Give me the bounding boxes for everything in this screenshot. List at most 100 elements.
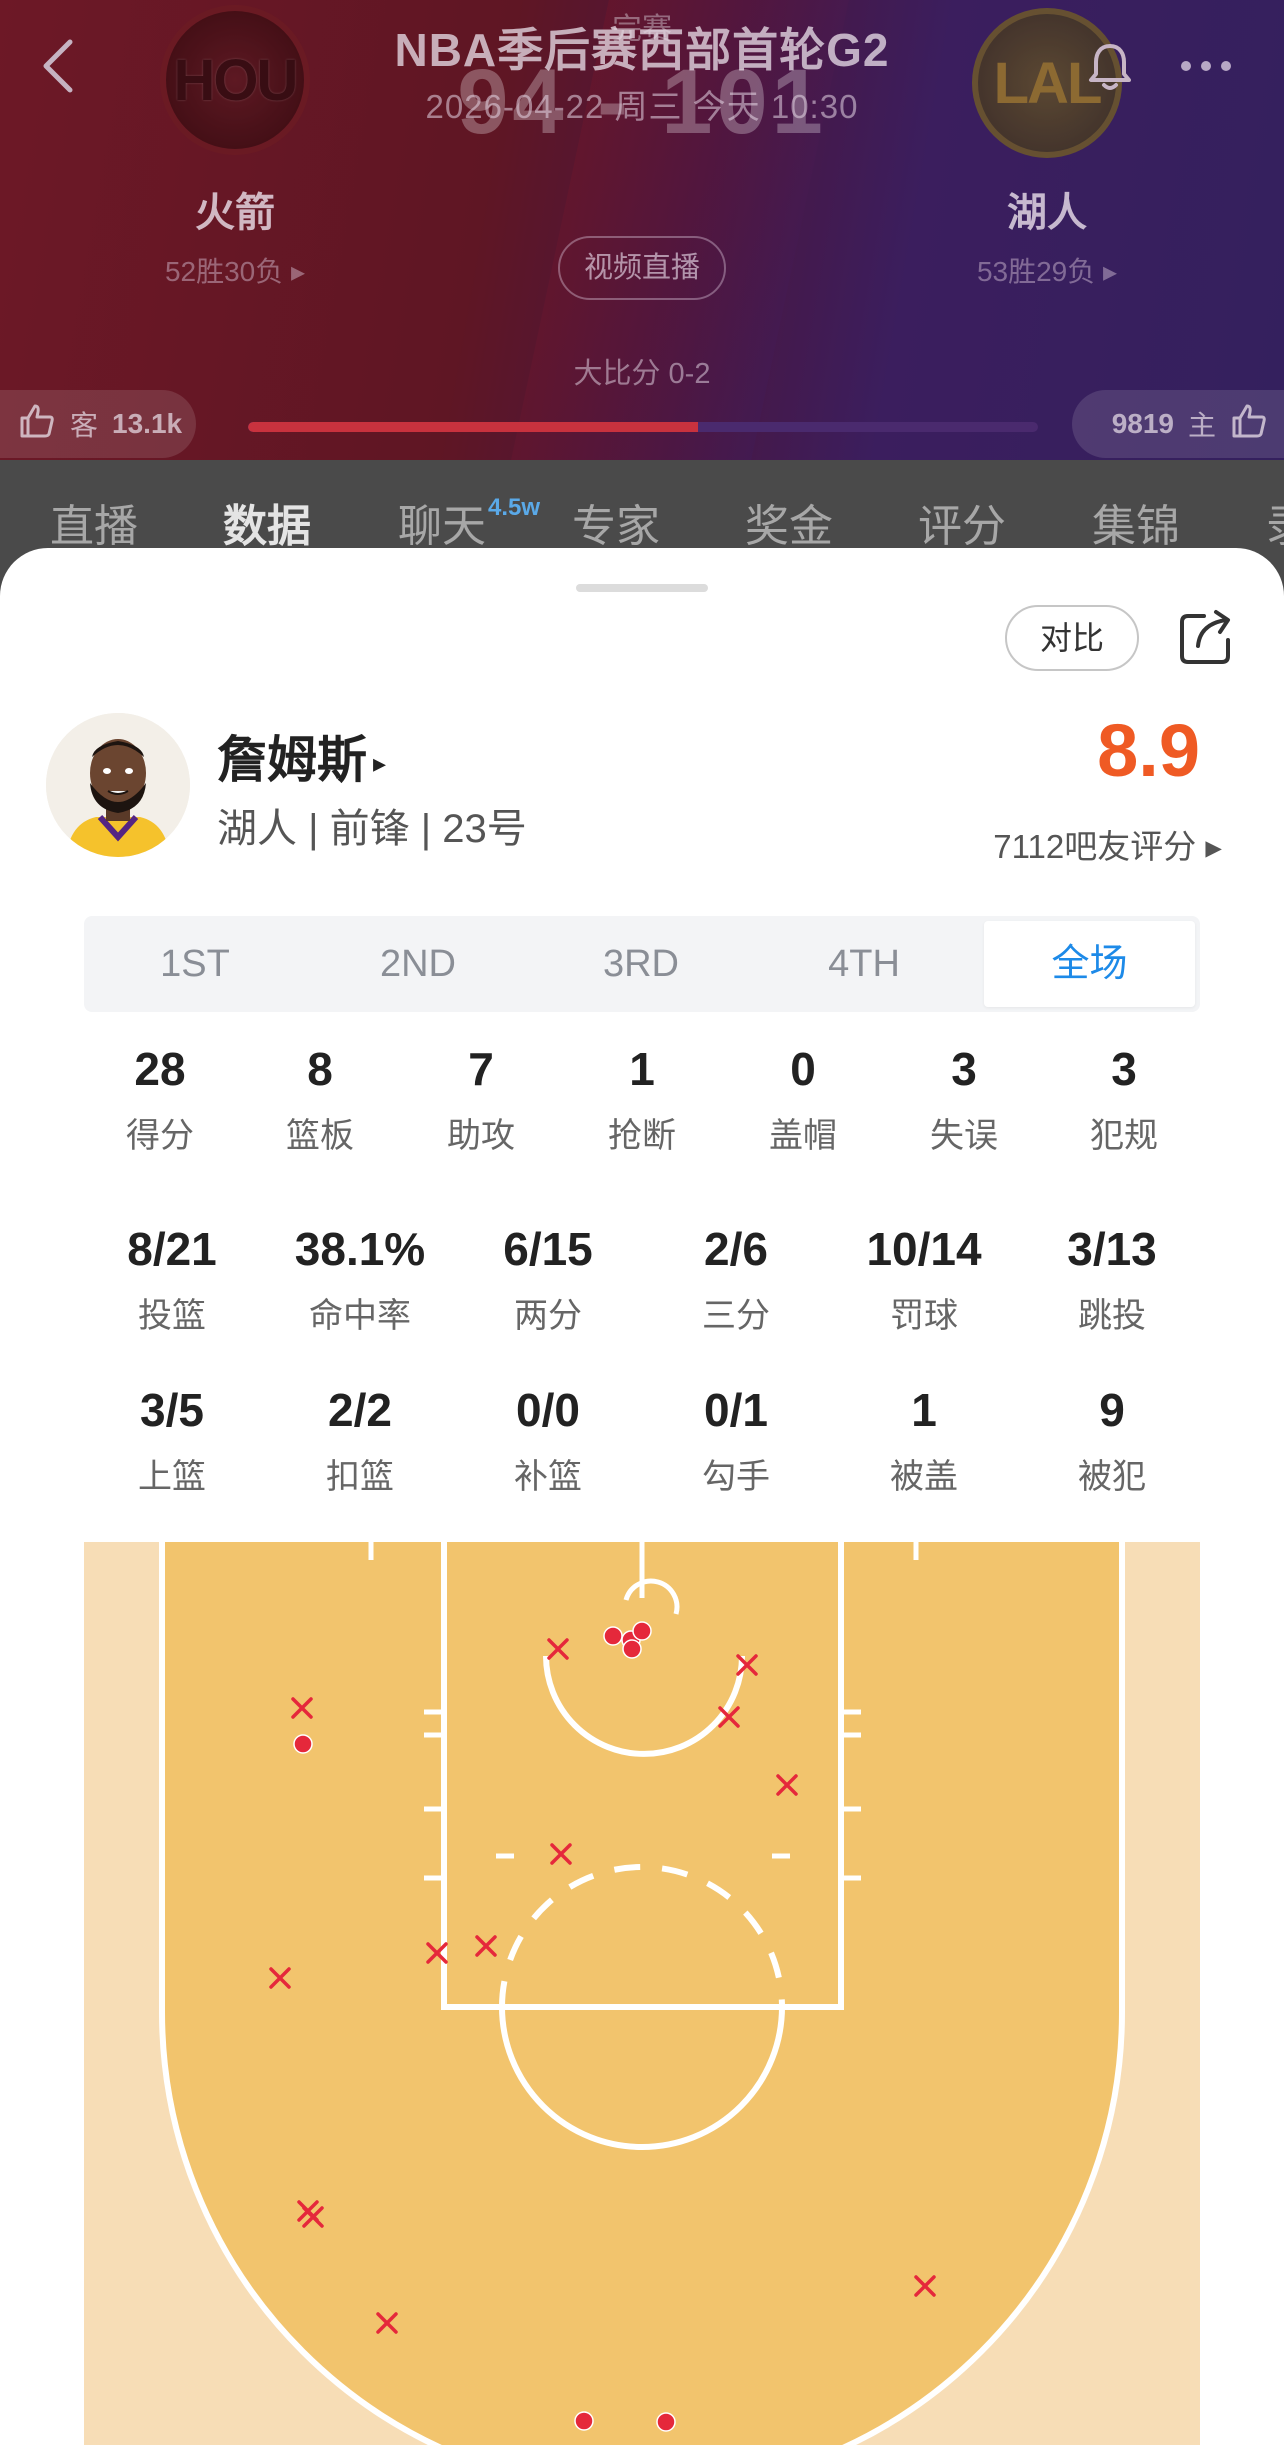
stat-value: 0 xyxy=(790,1043,816,1095)
player-avatar[interactable] xyxy=(46,713,190,857)
period-full-game[interactable]: 全场 xyxy=(984,921,1195,1007)
period-1st[interactable]: 1ST xyxy=(84,916,306,1012)
stat-steals: 1 抢断 xyxy=(562,1042,722,1157)
made-shot-marker xyxy=(656,2412,676,2432)
tab-prize[interactable]: 奖金 xyxy=(745,490,833,554)
away-vote-button[interactable]: 客 13.1k xyxy=(0,390,196,458)
made-shot-marker xyxy=(622,1639,642,1659)
tab-live[interactable]: 直播 xyxy=(50,490,138,554)
stat-label: 命中率 xyxy=(309,1297,411,1335)
stat-value: 6/15 xyxy=(503,1223,593,1275)
stat-hooks: 0/1 勾手 xyxy=(642,1383,830,1498)
stat-label: 勾手 xyxy=(702,1458,770,1496)
stat-value: 28 xyxy=(134,1043,186,1095)
stat-value: 7 xyxy=(468,1043,494,1095)
made-shot-marker xyxy=(603,1626,623,1646)
home-vote-button[interactable]: 9819 主 xyxy=(1072,390,1284,458)
stat-value: 8 xyxy=(307,1043,333,1095)
game-header: HOU LAL 94 - 101 完赛 NBA季后赛西部首轮G2 2026-04… xyxy=(0,0,1284,460)
more-icon[interactable] xyxy=(1178,58,1234,74)
stat-jumpers: 3/13 跳投 xyxy=(1018,1222,1206,1337)
stat-value: 0/0 xyxy=(516,1384,580,1436)
stat-dunks: 2/2 扣篮 xyxy=(266,1383,454,1498)
bell-icon[interactable] xyxy=(1086,40,1134,92)
stat-label: 投篮 xyxy=(138,1297,206,1335)
period-4th[interactable]: 4TH xyxy=(753,916,975,1012)
tab-highlights[interactable]: 集锦 xyxy=(1092,490,1180,554)
shot-chart-court xyxy=(84,1542,1200,2445)
stat-2pt: 6/15 两分 xyxy=(454,1222,642,1337)
period-selector: 1ST 2ND 3RD 4TH 全场 xyxy=(84,916,1200,1012)
stat-value: 10/14 xyxy=(866,1223,982,1275)
three-point-area xyxy=(162,1542,1122,2445)
tab-experts[interactable]: 专家 xyxy=(572,490,660,554)
period-3rd[interactable]: 3RD xyxy=(530,916,752,1012)
tab-chat[interactable]: 聊天 xyxy=(398,490,486,554)
stat-value: 2/6 xyxy=(704,1223,768,1275)
away-team-name[interactable]: 火箭 xyxy=(135,180,335,238)
home-vote-label: 主 xyxy=(1187,410,1216,441)
stat-label: 得分 xyxy=(126,1117,194,1155)
stat-value: 8/21 xyxy=(127,1223,217,1275)
thumbs-up-icon xyxy=(18,402,56,447)
stat-fouled: 9 被犯 xyxy=(1018,1383,1206,1498)
away-vote-count: 13.1k xyxy=(112,408,183,439)
stat-points: 28 得分 xyxy=(80,1042,240,1157)
stat-label: 三分 xyxy=(702,1297,770,1335)
rating-count-link[interactable]: 7112吧友评分 ▸ xyxy=(900,820,1222,868)
tab-rating[interactable]: 评分 xyxy=(918,490,1006,554)
share-icon[interactable] xyxy=(1178,608,1236,666)
stat-putbacks: 0/0 补篮 xyxy=(454,1383,642,1498)
player-name[interactable]: 詹姆斯 ▸ xyxy=(217,720,386,792)
tab-chat-badge: 4.5w xyxy=(488,494,541,521)
stat-label: 两分 xyxy=(514,1297,582,1335)
stat-fouls: 3 犯规 xyxy=(1044,1042,1204,1157)
vote-share-away-fill xyxy=(248,422,699,432)
player-info: 湖人 | 前锋 | 23号 xyxy=(217,807,527,851)
stat-layups: 3/5 上篮 xyxy=(78,1383,266,1498)
stat-blocked: 1 被盖 xyxy=(830,1383,1018,1498)
stat-ft: 10/14 罚球 xyxy=(830,1222,1018,1337)
period-2nd[interactable]: 2ND xyxy=(307,916,529,1012)
away-vote-label: 客 xyxy=(70,410,99,441)
stat-label: 助攻 xyxy=(447,1117,515,1155)
stat-label: 犯规 xyxy=(1090,1117,1158,1155)
made-shot-marker xyxy=(632,1621,652,1641)
thumbs-up-icon xyxy=(1230,402,1268,447)
home-team-record[interactable]: 53胜29负 ▸ xyxy=(917,250,1177,290)
stat-label: 跳投 xyxy=(1078,1297,1146,1335)
home-vote-count: 9819 xyxy=(1111,408,1174,439)
sheet-drag-handle[interactable] xyxy=(576,584,708,592)
stat-value: 1 xyxy=(629,1043,655,1095)
stat-value: 0/1 xyxy=(704,1384,768,1436)
stat-rebounds: 8 篮板 xyxy=(240,1042,400,1157)
stat-fg: 8/21 投篮 xyxy=(78,1222,266,1337)
stat-value: 1 xyxy=(911,1384,937,1436)
player-name-text: 詹姆斯 xyxy=(217,732,367,788)
video-live-button[interactable]: 视频直播 xyxy=(558,236,726,300)
stat-label: 抢断 xyxy=(608,1117,676,1155)
home-team-name[interactable]: 湖人 xyxy=(947,180,1147,238)
shot-chart xyxy=(84,1542,1200,2445)
stat-label: 被犯 xyxy=(1078,1458,1146,1496)
stat-blocks: 0 盖帽 xyxy=(723,1042,883,1157)
compare-button[interactable]: 对比 xyxy=(1005,605,1139,671)
stat-value: 3/13 xyxy=(1067,1223,1157,1275)
vote-share-bar xyxy=(248,422,1038,432)
away-team-record[interactable]: 52胜30负 ▸ xyxy=(105,250,365,290)
stat-assists: 7 助攻 xyxy=(401,1042,561,1157)
stat-label: 篮板 xyxy=(286,1117,354,1155)
player-rating: 8.9 xyxy=(1097,709,1200,792)
stat-value: 3 xyxy=(951,1043,977,1095)
stat-label: 扣篮 xyxy=(326,1458,394,1496)
stat-3pt: 2/6 三分 xyxy=(642,1222,830,1337)
stat-value: 2/2 xyxy=(328,1384,392,1436)
tab-more[interactable]: 录 xyxy=(1266,490,1284,554)
tab-stats[interactable]: 数据 xyxy=(223,490,311,554)
stat-value: 38.1% xyxy=(294,1223,426,1275)
stat-fg-pct: 38.1% 命中率 xyxy=(266,1222,454,1337)
stat-label: 盖帽 xyxy=(769,1117,837,1155)
stat-value: 3 xyxy=(1111,1043,1137,1095)
stat-label: 补篮 xyxy=(514,1458,582,1496)
stat-value: 3/5 xyxy=(140,1384,204,1436)
